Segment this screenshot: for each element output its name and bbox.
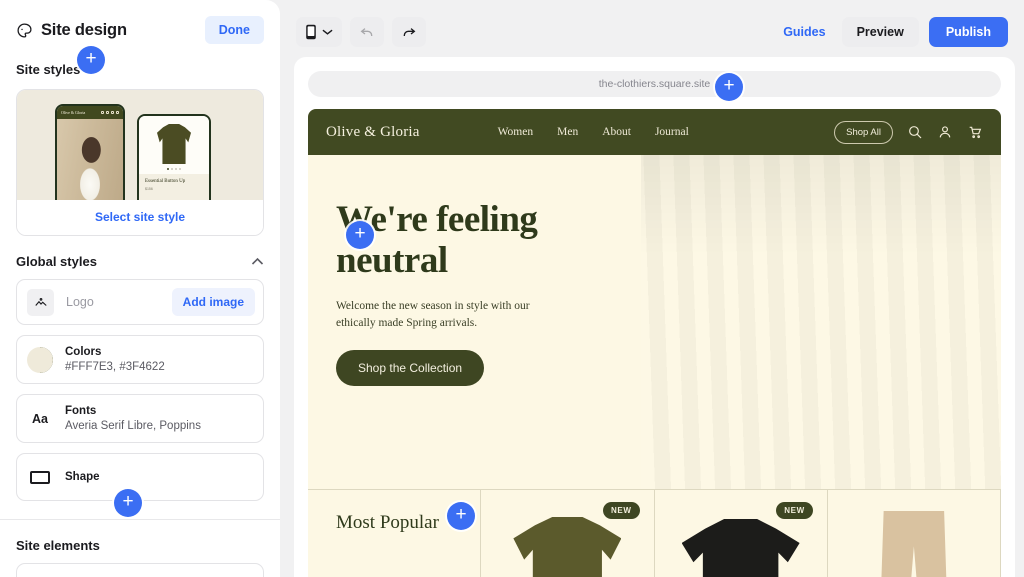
- redo-icon: [403, 28, 416, 36]
- undo-icon: [360, 28, 373, 36]
- chevron-down-icon: [322, 29, 333, 35]
- image-icon: [27, 288, 54, 316]
- hero-heading: We're feeling neutral: [336, 199, 538, 282]
- guides-button[interactable]: Guides: [777, 17, 831, 47]
- add-site-style-button[interactable]: +: [77, 46, 105, 74]
- aa-icon: Aa: [32, 411, 48, 426]
- global-style-row-logo[interactable]: Logo Add image: [16, 279, 264, 325]
- phone-product-info: Essential Button Up $156: [139, 174, 209, 200]
- editor-main: Guides Preview Publish the-clothiers.squ…: [280, 0, 1024, 577]
- rectangle-icon: [27, 464, 53, 490]
- publish-button[interactable]: Publish: [928, 17, 1008, 47]
- product-image: [513, 517, 622, 577]
- add-image-button[interactable]: Add image: [171, 288, 255, 316]
- site-style-thumbnail: Olive & Gloria Essential Button Up $156: [17, 90, 263, 200]
- redo-button[interactable]: [392, 17, 426, 47]
- shop-all-button[interactable]: Shop All: [834, 120, 893, 144]
- phone-mockup-home: Olive & Gloria: [55, 104, 125, 200]
- toolbar-right: Guides Preview Publish: [777, 17, 1008, 47]
- fonts-text: Fonts Averia Serif Libre, Poppins: [65, 405, 201, 432]
- account-icon[interactable]: [937, 124, 953, 140]
- phone-product-image: [139, 116, 209, 174]
- phone-product-price: $156: [145, 187, 153, 191]
- global-style-row-shape[interactable]: Shape: [16, 453, 264, 501]
- preview-button[interactable]: Preview: [841, 17, 919, 47]
- nav-item-about[interactable]: About: [602, 126, 631, 138]
- hero-section: We're feeling neutral Welcome the new se…: [308, 155, 1001, 489]
- palette-icon: [16, 22, 33, 39]
- site-design-sidebar: Site design Done Site styles Olive & Glo…: [0, 0, 280, 577]
- hero-image: [640, 155, 1001, 489]
- phone-hero-photo: [57, 119, 123, 200]
- site-brand[interactable]: Olive & Gloria: [326, 124, 420, 141]
- add-popular-section-button[interactable]: +: [447, 502, 475, 530]
- sidebar-title-wrap: Site design: [16, 21, 127, 40]
- search-icon[interactable]: [907, 124, 923, 140]
- shirt-graphic: [157, 124, 191, 164]
- global-style-row-colors[interactable]: Colors #FFF7E3, #3F4622: [16, 335, 264, 384]
- product-image: [681, 519, 800, 577]
- site-elements-label: Site elements: [16, 538, 100, 553]
- most-popular-section: Most Popular NEW NEW: [308, 489, 1001, 577]
- page-title: Site design: [41, 20, 127, 39]
- site-style-card[interactable]: Olive & Gloria Essential Button Up $156 …: [16, 89, 264, 236]
- preview-url-bar[interactable]: the-clothiers.square.site: [308, 71, 1001, 97]
- product-card[interactable]: [828, 490, 1001, 577]
- site-preview: Olive & Gloria Women Men About Journal S…: [308, 109, 1001, 577]
- nav-item-women[interactable]: Women: [498, 126, 533, 138]
- color-swatch-icon: [27, 346, 53, 373]
- product-card[interactable]: NEW: [481, 490, 655, 577]
- add-hero-section-button[interactable]: +: [346, 221, 374, 249]
- site-nav: Women Men About Journal: [498, 126, 689, 138]
- status-badge: NEW: [776, 502, 813, 519]
- nav-item-journal[interactable]: Journal: [655, 126, 689, 138]
- device-selector-button[interactable]: [296, 17, 342, 47]
- preview-canvas: the-clothiers.square.site Olive & Gloria…: [294, 57, 1015, 577]
- fonts-title: Fonts: [65, 405, 97, 417]
- sidebar-header: Site design Done: [0, 0, 280, 44]
- global-styles-label: Global styles: [16, 254, 97, 269]
- site-design-editor: Site design Done Site styles Olive & Glo…: [0, 0, 1024, 577]
- editor-toolbar: Guides Preview Publish: [280, 0, 1024, 64]
- nav-item-men[interactable]: Men: [557, 126, 578, 138]
- phone-header-icons: [101, 111, 119, 114]
- cart-icon[interactable]: [967, 124, 983, 140]
- phone-header: Olive & Gloria: [57, 106, 123, 119]
- phone-mockup-product: Essential Button Up $156: [137, 114, 211, 200]
- mobile-icon: [306, 24, 316, 40]
- site-styles-label: Site styles: [16, 62, 81, 77]
- hero-paragraph: Welcome the new season in style with our…: [336, 299, 530, 330]
- product-image: [878, 511, 950, 577]
- preview-url: the-clothiers.square.site: [598, 78, 711, 90]
- colors-values: #FFF7E3, #3F4622: [65, 361, 165, 373]
- logo-placeholder: Logo: [66, 295, 94, 309]
- sidebar-divider: [0, 519, 280, 520]
- product-card[interactable]: NEW: [655, 490, 828, 577]
- fonts-values: Averia Serif Libre, Poppins: [65, 420, 201, 432]
- site-header-actions: Shop All: [834, 120, 983, 144]
- add-site-element-button[interactable]: +: [114, 489, 142, 517]
- phone-product-name: Essential Button Up: [145, 179, 186, 184]
- global-style-row-fonts[interactable]: Aa Fonts Averia Serif Libre, Poppins: [16, 394, 264, 443]
- chevron-up-icon[interactable]: [251, 255, 264, 268]
- site-header: Olive & Gloria Women Men About Journal S…: [308, 109, 1001, 155]
- global-styles-header[interactable]: Global styles: [0, 254, 280, 269]
- site-element-row-badges[interactable]: Badges: [16, 563, 264, 577]
- carousel-dots: [167, 168, 181, 170]
- undo-button[interactable]: [350, 17, 384, 47]
- phone-brand: Olive & Gloria: [61, 110, 86, 115]
- add-page-section-url-button[interactable]: +: [715, 73, 743, 101]
- colors-title: Colors: [65, 346, 102, 358]
- hero-cta-button[interactable]: Shop the Collection: [336, 350, 485, 387]
- shape-title: Shape: [65, 471, 100, 483]
- toolbar-left: [296, 17, 426, 47]
- select-site-style-link[interactable]: Select site style: [17, 200, 263, 235]
- done-button[interactable]: Done: [204, 16, 264, 44]
- colors-text: Colors #FFF7E3, #3F4622: [65, 346, 165, 373]
- hero-content: We're feeling neutral Welcome the new se…: [308, 155, 641, 489]
